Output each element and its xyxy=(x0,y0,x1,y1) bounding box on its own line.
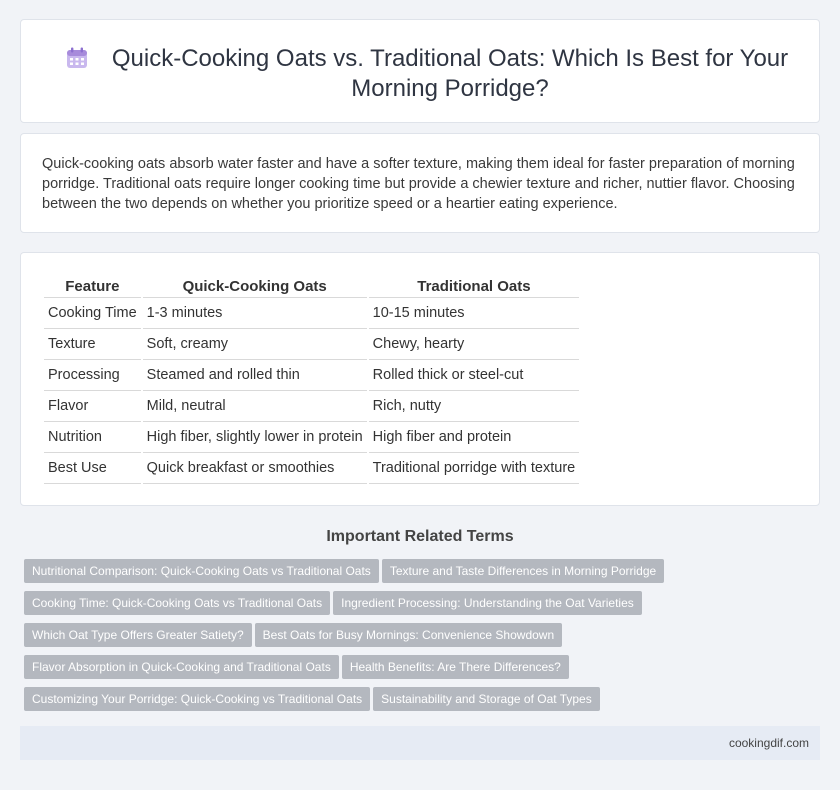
table-cell: Traditional porridge with texture xyxy=(368,453,580,484)
tag-row: Nutritional Comparison: Quick-Cooking Oa… xyxy=(24,559,814,591)
table-cell: 10-15 minutes xyxy=(368,298,580,329)
table-cell: Quick breakfast or smoothies xyxy=(142,453,367,484)
table-cell: Mild, neutral xyxy=(142,391,367,422)
table-cell: Chewy, hearty xyxy=(368,329,580,360)
table-row: Texture Soft, creamy Chewy, hearty xyxy=(44,329,580,360)
related-term-tag[interactable]: Sustainability and Storage of Oat Types xyxy=(373,687,600,711)
comparison-table: Feature Quick-Cooking Oats Traditional O… xyxy=(42,275,581,484)
table-cell: Soft, creamy xyxy=(142,329,367,360)
table-cell: Steamed and rolled thin xyxy=(142,360,367,391)
related-term-tag[interactable]: Customizing Your Porridge: Quick-Cooking… xyxy=(24,687,371,711)
related-term-tag[interactable]: Health Benefits: Are There Differences? xyxy=(341,655,569,679)
related-terms-list: Nutritional Comparison: Quick-Cooking Oa… xyxy=(24,559,814,719)
table-cell: Flavor xyxy=(44,391,141,422)
column-header: Traditional Oats xyxy=(368,275,580,298)
site-name: cookingdif.com xyxy=(728,736,809,750)
comparison-card: Feature Quick-Cooking Oats Traditional O… xyxy=(20,252,820,506)
tag-row: Customizing Your Porridge: Quick-Cooking… xyxy=(24,687,814,719)
table-row: Nutrition High fiber, slightly lower in … xyxy=(44,422,580,453)
table-cell: High fiber and protein xyxy=(368,422,580,453)
table-cell: Best Use xyxy=(44,453,141,484)
related-term-tag[interactable]: Nutritional Comparison: Quick-Cooking Oa… xyxy=(24,559,379,583)
table-cell: Processing xyxy=(44,360,141,391)
related-term-tag[interactable]: Flavor Absorption in Quick-Cooking and T… xyxy=(24,655,339,679)
table-cell: Cooking Time xyxy=(44,298,141,329)
table-cell: 1-3 minutes xyxy=(142,298,367,329)
table-cell: High fiber, slightly lower in protein xyxy=(142,422,367,453)
table-cell: Rolled thick or steel-cut xyxy=(368,360,580,391)
table-cell: Nutrition xyxy=(44,422,141,453)
table-row: Cooking Time 1-3 minutes 10-15 minutes xyxy=(44,298,580,329)
table-header-row: Feature Quick-Cooking Oats Traditional O… xyxy=(44,275,580,298)
related-term-tag[interactable]: Texture and Taste Differences in Morning… xyxy=(381,559,665,583)
table-cell: Texture xyxy=(44,329,141,360)
footer: cookingdif.com xyxy=(20,726,820,760)
page-title: Quick-Cooking Oats vs. Traditional Oats:… xyxy=(111,45,789,102)
tag-row: Which Oat Type Offers Greater Satiety? Be… xyxy=(24,623,814,655)
related-terms-heading: Important Related Terms xyxy=(326,528,514,545)
table-row: Flavor Mild, neutral Rich, nutty xyxy=(44,391,580,422)
intro-paragraph: Quick-cooking oats absorb water faster a… xyxy=(42,156,795,212)
title-card: Quick-Cooking Oats vs. Traditional Oats:… xyxy=(20,19,820,123)
column-header: Quick-Cooking Oats xyxy=(142,275,367,298)
related-term-tag[interactable]: Cooking Time: Quick-Cooking Oats vs Trad… xyxy=(24,591,331,615)
tag-row: Cooking Time: Quick-Cooking Oats vs Trad… xyxy=(24,591,814,623)
related-term-tag[interactable]: Ingredient Processing: Understanding the… xyxy=(333,591,642,615)
title-wrap: Quick-Cooking Oats vs. Traditional Oats:… xyxy=(21,44,819,104)
table-row: Processing Steamed and rolled thin Rolle… xyxy=(44,360,580,391)
tag-row: Flavor Absorption in Quick-Cooking and T… xyxy=(24,655,814,687)
table-row: Best Use Quick breakfast or smoothies Tr… xyxy=(44,453,580,484)
table-cell: Rich, nutty xyxy=(368,391,580,422)
column-header: Feature xyxy=(44,275,141,298)
related-term-tag[interactable]: Best Oats for Busy Mornings: Convenience… xyxy=(254,623,563,647)
related-term-tag[interactable]: Which Oat Type Offers Greater Satiety? xyxy=(24,623,252,647)
intro-card: Quick-cooking oats absorb water faster a… xyxy=(20,133,820,233)
